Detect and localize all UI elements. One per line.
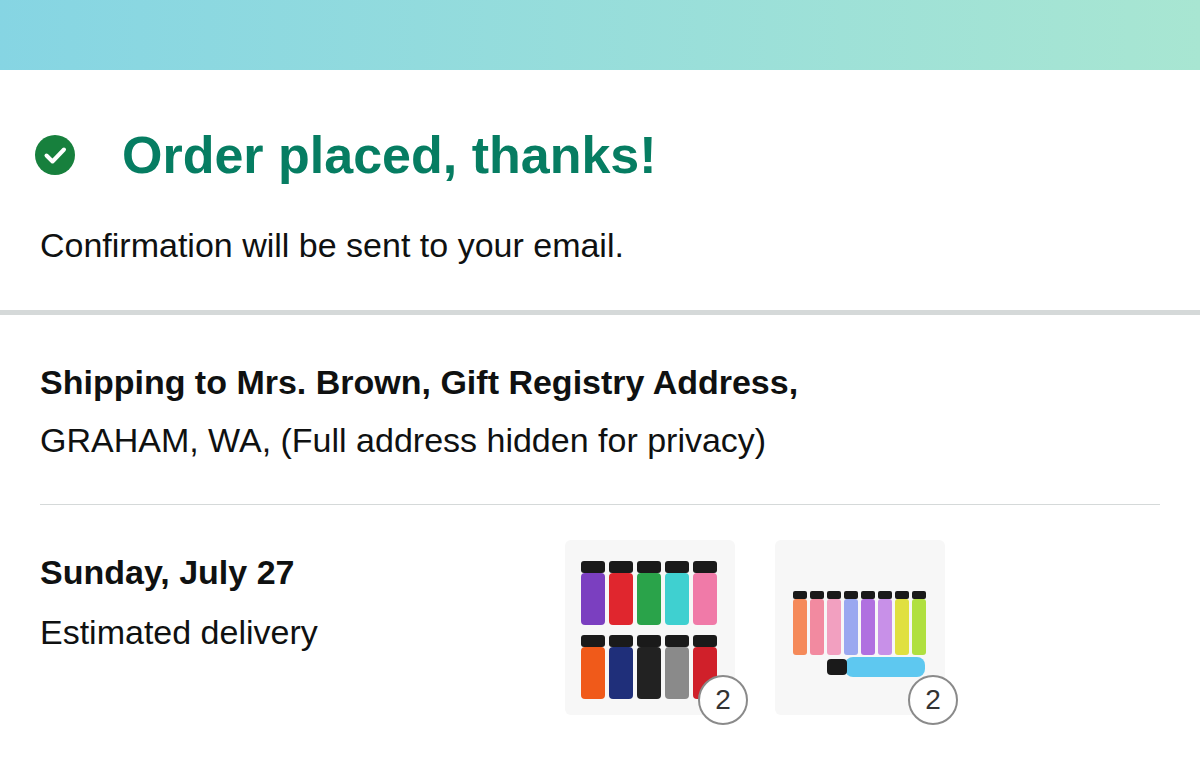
- check-circle-icon: [35, 135, 75, 175]
- bottle-set-icon: [785, 553, 935, 703]
- item-thumbnail[interactable]: 2: [775, 540, 945, 715]
- shipping-section: Shipping to Mrs. Brown, Gift Registry Ad…: [0, 315, 1200, 505]
- item-thumbnail[interactable]: 2: [565, 540, 735, 715]
- shipping-heading: Shipping to Mrs. Brown, Gift Registry Ad…: [40, 358, 1160, 406]
- delivery-date: Sunday, July 27: [40, 548, 565, 596]
- shipping-divider: [40, 504, 1160, 505]
- delivery-section: Sunday, July 27Estimated delivery22: [0, 505, 1200, 715]
- quantity-badge: 2: [908, 675, 958, 725]
- quantity-badge: 2: [698, 675, 748, 725]
- delivery-label: Estimated delivery: [40, 608, 565, 656]
- section-divider: [0, 310, 1200, 315]
- status-section: Order placed, thanks! Confirmation will b…: [0, 70, 1200, 310]
- order-confirmation-screen: Order placed, thanks! Confirmation will b…: [0, 0, 1200, 762]
- status-title-row: Order placed, thanks!: [35, 123, 1165, 187]
- status-message: Confirmation will be sent to your email.: [35, 223, 1165, 267]
- delivery-info: Sunday, July 27 Estimated delivery: [40, 540, 565, 715]
- status-title: Order placed, thanks!: [122, 123, 657, 187]
- item-list: 22: [565, 540, 945, 715]
- bottle-set-icon: [575, 553, 725, 703]
- top-bar: [0, 0, 1200, 70]
- shipping-address: GRAHAM, WA, (Full address hidden for pri…: [40, 416, 1160, 464]
